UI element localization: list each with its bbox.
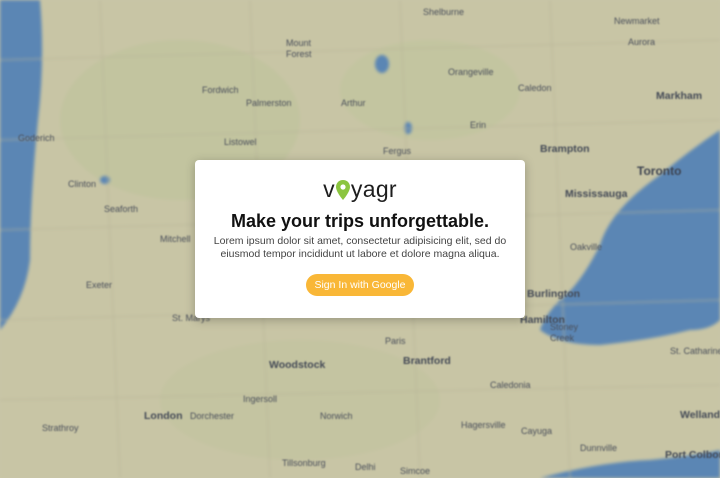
map-label: Ingersoll — [243, 394, 278, 404]
map-label: Norwich — [320, 411, 353, 421]
logo-text-suffix: yagr — [350, 175, 397, 202]
voyagr-logo: v yagr — [195, 174, 525, 204]
map-label: Caledonia — [490, 380, 531, 390]
map-label: Toronto — [637, 164, 682, 178]
map-label: Strathroy — [42, 423, 79, 433]
map-label: London — [144, 410, 183, 422]
map-label: Paris — [385, 336, 406, 346]
map-label: Palmerston — [246, 98, 292, 108]
map-label: Aurora — [628, 37, 656, 47]
map-label: Delhi — [355, 462, 376, 472]
map-label: Hagersville — [461, 420, 506, 430]
map-label: Simcoe — [400, 466, 431, 476]
map-label: Stoney Creek — [550, 322, 579, 343]
map-label: Exeter — [86, 280, 113, 290]
map-label: Fergus — [383, 146, 412, 156]
description-text: Lorem ipsum dolor sit amet, consectetur … — [213, 235, 507, 260]
map-label: Markham — [656, 90, 703, 102]
sign-in-google-button[interactable]: Sign In with Google — [306, 274, 414, 296]
map-label: Mount Forest — [286, 38, 312, 59]
map-label: Mississauga — [565, 188, 628, 200]
map-label: Arthur — [341, 98, 366, 108]
map-label: Listowel — [224, 137, 257, 147]
map-label: Cayuga — [521, 426, 553, 436]
map-label: Burlington — [527, 288, 581, 300]
map-label: Caledon — [518, 83, 552, 93]
sign-in-modal: v yagr Make your trips unforgettable. Lo… — [195, 160, 525, 318]
map-label: Tillsonburg — [282, 458, 326, 468]
map-label: Oakville — [570, 242, 603, 252]
map-label: Welland — [680, 409, 720, 421]
map-label: Mitchell — [160, 234, 191, 244]
map-label: Erin — [470, 120, 487, 130]
map-label: Clinton — [68, 179, 97, 189]
map-label: Shelburne — [423, 7, 465, 17]
map-label: Orangeville — [448, 67, 494, 77]
map-label: Brantford — [403, 355, 451, 367]
map-label: St. Catharines — [670, 346, 720, 356]
map-label: Woodstock — [269, 359, 326, 371]
map-label: Port Colborne — [665, 449, 720, 461]
map-label: Newmarket — [614, 16, 660, 26]
map-pin-icon — [335, 180, 350, 200]
logo-text-prefix: v — [323, 175, 335, 202]
map-label: Dunnville — [580, 443, 618, 453]
map-label: Seaforth — [104, 204, 139, 214]
headline: Make your trips unforgettable. — [230, 211, 490, 231]
map-label: Dorchester — [190, 411, 235, 421]
map-label: Brampton — [540, 143, 590, 155]
map-label: Fordwich — [202, 85, 239, 95]
map-label: Goderich — [18, 133, 55, 143]
